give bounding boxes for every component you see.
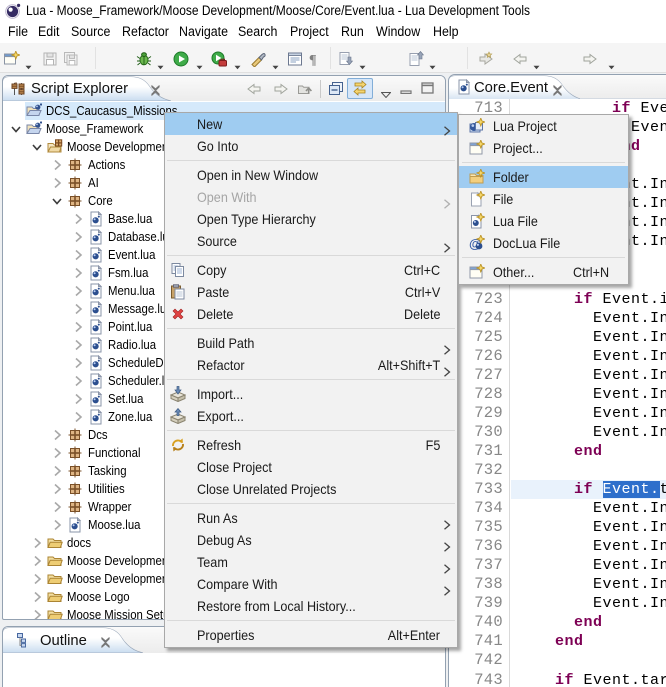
svg-text:¶: ¶ [309, 53, 317, 67]
